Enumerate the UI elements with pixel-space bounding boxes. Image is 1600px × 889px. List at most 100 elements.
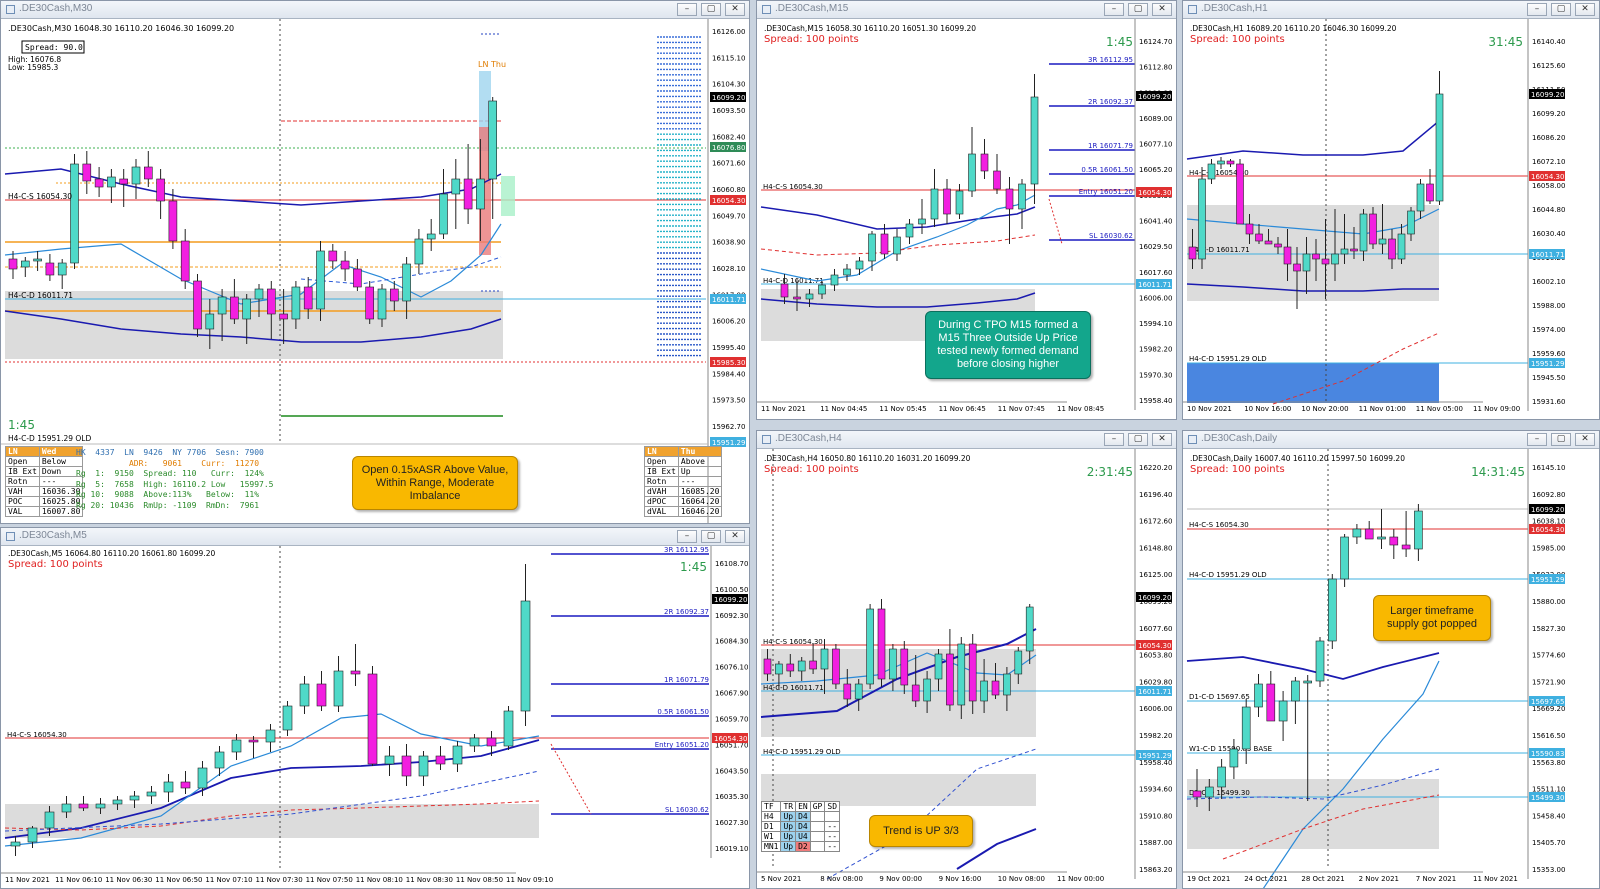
candle bbox=[980, 153, 989, 172]
minimize-button[interactable]: – bbox=[1104, 3, 1124, 16]
window-titlebar[interactable]: .DE30Cash,M30 – ▢ ✕ bbox=[1, 1, 749, 19]
chart-plot-area[interactable]: LN Thu 16126.00 16115.10 16104.30 16093.50 1… bbox=[1, 19, 749, 523]
spread-label: Spread: 100 points bbox=[1190, 464, 1285, 475]
zone-label: D1-C-D 15697.65 bbox=[1189, 693, 1250, 701]
h1-chart-svg[interactable]: .DE30Cash,H1 16089.20 16110.20 16046.30 … bbox=[1183, 19, 1599, 419]
chart-plot-area[interactable]: .DE30Cash,M15 16058.30 16110.20 16051.30… bbox=[757, 19, 1176, 419]
candle bbox=[303, 286, 313, 310]
maximize-button[interactable]: ▢ bbox=[1128, 3, 1148, 16]
candle bbox=[866, 608, 874, 685]
window-titlebar[interactable]: .DE30Cash,H1 – ▢ ✕ bbox=[1183, 1, 1599, 19]
chart-window-m5[interactable]: .DE30Cash,M5 – ▢ ✕ .DE30Cash,M5 16064.80… bbox=[0, 527, 750, 889]
table-cell: H4 bbox=[760, 811, 782, 822]
price-tick-label: 16082.40 bbox=[712, 133, 745, 141]
price-tick-label: 15970.30 bbox=[1139, 371, 1172, 379]
chart-plot-area[interactable]: .DE30Cash,Daily 16007.40 16110.20 15997.… bbox=[1183, 449, 1599, 888]
table-cell: D4 bbox=[795, 811, 811, 822]
price-tag-label: 16011.71 bbox=[1138, 688, 1171, 696]
chart-window-icon bbox=[1188, 435, 1197, 444]
candle bbox=[469, 737, 480, 747]
window-titlebar[interactable]: .DE30Cash,M5 – ▢ ✕ bbox=[1, 528, 749, 546]
candle bbox=[880, 233, 889, 255]
time-tick-label: 11 Nov 05:45 bbox=[879, 405, 926, 413]
minimize-button[interactable]: – bbox=[1527, 433, 1547, 446]
window-title: .DE30Cash,M30 bbox=[19, 3, 93, 14]
maximize-button[interactable]: ▢ bbox=[1551, 3, 1571, 16]
ib-box-green bbox=[501, 176, 515, 216]
zone-label: H4-C-S 16054.30 bbox=[1189, 521, 1249, 529]
candle bbox=[1426, 183, 1434, 202]
candle bbox=[1303, 680, 1312, 684]
maximize-button[interactable]: ▢ bbox=[1128, 433, 1148, 446]
table-cell: POC bbox=[5, 496, 40, 507]
close-button[interactable]: ✕ bbox=[1575, 3, 1595, 16]
candle bbox=[1226, 160, 1235, 165]
price-tick-label: 16092.30 bbox=[715, 612, 748, 620]
close-button[interactable]: ✕ bbox=[725, 3, 745, 16]
candle bbox=[1229, 748, 1239, 768]
candle bbox=[1340, 248, 1349, 255]
time-tick-label: 11 Nov 07:50 bbox=[306, 876, 353, 884]
maximize-button[interactable]: ▢ bbox=[701, 3, 721, 16]
chart-plot-area[interactable]: .DE30Cash,H4 16050.80 16110.20 16031.20 … bbox=[757, 449, 1176, 888]
candle bbox=[830, 274, 839, 286]
candle bbox=[146, 791, 157, 797]
stats-line: Rg 20: 10436 RmUp: -1109 RmDn: 7961 bbox=[76, 500, 260, 510]
m5-chart-svg[interactable]: .DE30Cash,M5 16064.80 16110.20 16061.80 … bbox=[1, 546, 749, 888]
ln-thu-table: LN Thu Open Above IB Ext Up Rotn --- dVAH 160… bbox=[644, 446, 723, 517]
candle bbox=[1283, 246, 1292, 265]
table-cell: Rotn bbox=[644, 476, 679, 487]
chart-window-h1[interactable]: .DE30Cash,H1 – ▢ ✕ .DE30Cash,H1 16089.20… bbox=[1182, 0, 1600, 420]
chart-window-h4[interactable]: .DE30Cash,H4 – ▢ ✕ .DE30Cash,H4 16050.80… bbox=[756, 430, 1177, 889]
price-tick-label: 16099.20 bbox=[1532, 110, 1565, 118]
maximize-button[interactable]: ▢ bbox=[701, 530, 721, 543]
candle bbox=[266, 288, 276, 315]
maximize-button[interactable]: ▢ bbox=[1551, 433, 1571, 446]
candle bbox=[8, 258, 18, 270]
minimize-button[interactable]: – bbox=[677, 3, 697, 16]
candle bbox=[793, 296, 801, 300]
price-tick-label: 15934.60 bbox=[1139, 786, 1172, 794]
minimize-button[interactable]: – bbox=[677, 530, 697, 543]
window-titlebar[interactable]: .DE30Cash,H4 – ▢ ✕ bbox=[757, 431, 1176, 449]
chart-header: .DE30Cash,H1 16089.20 16110.20 16046.30 … bbox=[1190, 24, 1397, 33]
price-tick-label: 16084.30 bbox=[715, 638, 748, 646]
table-cell: Up bbox=[780, 821, 797, 832]
close-button[interactable]: ✕ bbox=[1152, 433, 1172, 446]
time-tick-label: 24 Oct 2021 bbox=[1244, 875, 1287, 883]
chart-window-m30[interactable]: .DE30Cash,M30 – ▢ ✕ LN Thu 16126.00 1611… bbox=[0, 0, 750, 524]
chart-window-m15[interactable]: .DE30Cash,M15 – ▢ ✕ .DE30Cash,M15 16058.… bbox=[756, 0, 1177, 420]
close-button[interactable]: ✕ bbox=[1575, 433, 1595, 446]
window-titlebar[interactable]: .DE30Cash,Daily – ▢ ✕ bbox=[1183, 431, 1599, 449]
table-cell: -- bbox=[824, 831, 841, 842]
close-button[interactable]: ✕ bbox=[725, 530, 745, 543]
candle bbox=[1369, 213, 1377, 245]
chart-window-icon bbox=[6, 532, 15, 541]
price-tick-label: 16124.70 bbox=[1139, 38, 1172, 46]
rr-level-label: 3R 16112.95 bbox=[664, 546, 709, 554]
price-tick-label: 15995.40 bbox=[712, 344, 745, 352]
candle bbox=[1312, 253, 1320, 260]
candle bbox=[316, 683, 327, 707]
daily-chart-svg[interactable]: .DE30Cash,Daily 16007.40 16110.20 15997.… bbox=[1183, 449, 1599, 888]
candle bbox=[377, 288, 387, 320]
zone-label: H4-C-D 15951.29 OLD bbox=[1189, 571, 1267, 579]
candle bbox=[45, 262, 55, 276]
price-tick-label: 16104.30 bbox=[712, 81, 745, 89]
chart-plot-area[interactable]: .DE30Cash,H1 16089.20 16110.20 16046.30 … bbox=[1183, 19, 1599, 419]
minimize-button[interactable]: – bbox=[1527, 3, 1547, 16]
price-tick-label: 16077.10 bbox=[1139, 141, 1172, 149]
chart-window-daily[interactable]: .DE30Cash,Daily – ▢ ✕ .DE30Cash,Daily 16… bbox=[1182, 430, 1600, 889]
table-header: TR bbox=[780, 801, 797, 812]
chart-header: .DE30Cash,Daily 16007.40 16110.20 15997.… bbox=[1190, 454, 1405, 463]
window-title: .DE30Cash,M5 bbox=[19, 530, 87, 541]
close-button[interactable]: ✕ bbox=[1152, 3, 1172, 16]
chart-plot-area[interactable]: .DE30Cash,M5 16064.80 16110.20 16061.80 … bbox=[1, 546, 749, 888]
price-tag-label: 16099.20 bbox=[712, 94, 745, 102]
window-titlebar[interactable]: .DE30Cash,M15 – ▢ ✕ bbox=[757, 1, 1176, 19]
time-tick-label: 8 Nov 08:00 bbox=[820, 875, 863, 883]
candle bbox=[832, 648, 840, 685]
rr-level-label: Entry 16051.20 bbox=[655, 741, 709, 749]
minimize-button[interactable]: – bbox=[1104, 433, 1124, 446]
candle bbox=[991, 680, 1000, 696]
